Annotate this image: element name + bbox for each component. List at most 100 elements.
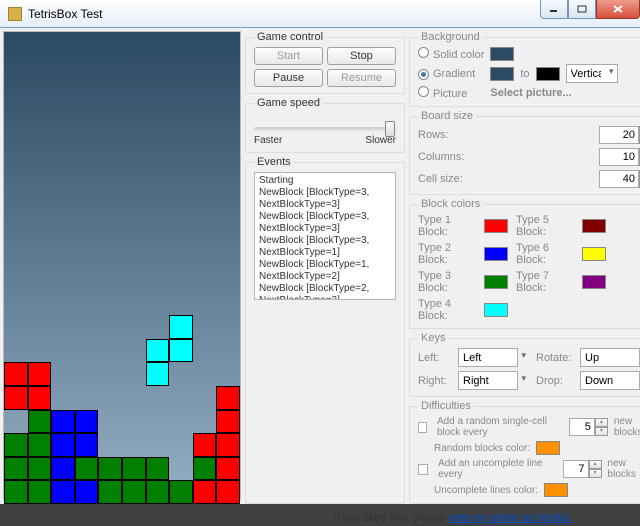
tetris-cell bbox=[98, 480, 122, 504]
tetris-cell bbox=[216, 386, 240, 410]
titlebar: TetrisBox Test bbox=[0, 0, 640, 28]
chk-uncomplete[interactable] bbox=[418, 464, 428, 475]
board-size-group: Board size Rows: ▴▾ Columns: ▴▾ Cell siz… bbox=[409, 110, 640, 195]
key-rotate[interactable] bbox=[580, 348, 640, 367]
block-color-swatch[interactable] bbox=[484, 247, 508, 261]
label-key-right: Right: bbox=[418, 375, 452, 387]
speed-thumb[interactable] bbox=[385, 121, 395, 137]
legend-keys: Keys bbox=[418, 332, 448, 344]
legend-game-speed: Game speed bbox=[254, 97, 323, 109]
label-key-left: Left: bbox=[418, 352, 452, 364]
tetris-cell bbox=[146, 480, 170, 504]
legend-events: Events bbox=[254, 156, 294, 168]
radio-solid[interactable]: Solid color bbox=[418, 47, 484, 61]
resume-button[interactable]: Resume bbox=[327, 69, 396, 87]
uncomplete-color-swatch[interactable] bbox=[544, 483, 568, 497]
block-color-swatch[interactable] bbox=[582, 275, 606, 289]
block-color-swatch[interactable] bbox=[582, 219, 606, 233]
tetris-cell bbox=[28, 386, 52, 410]
content: Game control Start Stop Pause Resume Gam… bbox=[0, 28, 640, 504]
stop-button[interactable]: Stop bbox=[327, 47, 396, 65]
block-color-swatch[interactable] bbox=[484, 303, 508, 317]
tetris-cell bbox=[75, 410, 99, 434]
tetris-cell bbox=[4, 362, 28, 386]
start-button[interactable]: Start bbox=[254, 47, 323, 65]
solid-color-swatch[interactable] bbox=[490, 47, 514, 61]
cellsize-input[interactable] bbox=[599, 170, 639, 188]
tetris-cell bbox=[51, 457, 75, 481]
radio-gradient[interactable]: Gradient bbox=[418, 68, 484, 80]
event-line: NewBlock [BlockType=2, NextBlockType=2] bbox=[259, 283, 391, 300]
label-key-rotate: Rotate: bbox=[536, 352, 574, 364]
label-key-drop: Drop: bbox=[536, 375, 574, 387]
radio-picture[interactable]: Picture bbox=[418, 86, 484, 100]
difficulties-group: Difficulties Add a random single-cell bl… bbox=[409, 400, 640, 504]
gradient-direction[interactable] bbox=[566, 64, 618, 83]
speed-slider[interactable] bbox=[254, 127, 396, 131]
tetris-cell bbox=[122, 457, 146, 481]
label-rows: Rows: bbox=[418, 129, 478, 141]
tetris-cell bbox=[28, 362, 52, 386]
gradient-to-swatch[interactable] bbox=[536, 67, 560, 81]
block-color-label: Type 3 Block: bbox=[418, 270, 478, 294]
footer: If you liked this, please vote my articl… bbox=[245, 506, 640, 526]
background-group: Background Solid color Gradient to Pictu… bbox=[409, 31, 640, 107]
tetris-cell bbox=[216, 433, 240, 457]
game-speed-group: Game speed Faster Slower bbox=[245, 97, 405, 153]
tetris-cell bbox=[122, 480, 146, 504]
uncomplete-count[interactable] bbox=[563, 460, 589, 478]
key-drop[interactable] bbox=[580, 371, 640, 390]
single-cell-count[interactable] bbox=[569, 418, 595, 436]
events-group: Events Starting NewBlock [BlockType=3, Ne… bbox=[245, 156, 405, 504]
event-line: NewBlock [BlockType=3, NextBlockType=3] bbox=[259, 211, 391, 235]
tetris-cell bbox=[146, 457, 170, 481]
events-list[interactable]: Starting NewBlock [BlockType=3, NextBlock… bbox=[254, 172, 396, 300]
tetris-cell bbox=[193, 457, 217, 481]
tetris-cell bbox=[28, 457, 52, 481]
game-board[interactable] bbox=[3, 31, 241, 499]
tetris-cell bbox=[4, 433, 28, 457]
tetris-cell bbox=[193, 480, 217, 504]
minimize-button[interactable] bbox=[540, 0, 568, 19]
chk-single-cell[interactable] bbox=[418, 422, 427, 433]
tetris-cell bbox=[4, 457, 28, 481]
app-icon bbox=[8, 7, 22, 21]
legend-background: Background bbox=[418, 31, 483, 43]
key-right[interactable] bbox=[458, 371, 518, 390]
game-control-group: Game control Start Stop Pause Resume bbox=[245, 31, 405, 94]
random-color-swatch[interactable] bbox=[536, 441, 560, 455]
select-picture-link[interactable]: Select picture... bbox=[490, 87, 640, 99]
tetris-cell bbox=[193, 433, 217, 457]
tetris-cell bbox=[75, 457, 99, 481]
tetris-cell bbox=[216, 480, 240, 504]
tetris-cell bbox=[28, 480, 52, 504]
label-cellsize: Cell size: bbox=[418, 173, 478, 185]
tetris-cell bbox=[169, 315, 193, 339]
tetris-cell bbox=[75, 480, 99, 504]
block-color-label: Type 5 Block: bbox=[516, 214, 576, 238]
close-button[interactable] bbox=[596, 0, 640, 19]
event-line: NewBlock [BlockType=3, NextBlockType=1] bbox=[259, 235, 391, 259]
footer-link[interactable]: vote my article as helpful. bbox=[448, 512, 572, 524]
window-title: TetrisBox Test bbox=[28, 7, 102, 21]
block-color-label: Type 1 Block: bbox=[418, 214, 478, 238]
event-line: Starting bbox=[259, 175, 391, 187]
tetris-cell bbox=[4, 386, 28, 410]
block-color-label: Type 7 Block: bbox=[516, 270, 576, 294]
cols-input[interactable] bbox=[599, 148, 639, 166]
block-color-swatch[interactable] bbox=[484, 219, 508, 233]
tetris-cell bbox=[51, 480, 75, 504]
pause-button[interactable]: Pause bbox=[254, 69, 323, 87]
legend-difficulties: Difficulties bbox=[418, 400, 474, 412]
legend-board-size: Board size bbox=[418, 110, 476, 122]
tetris-cell bbox=[216, 457, 240, 481]
block-color-swatch[interactable] bbox=[582, 247, 606, 261]
rows-input[interactable] bbox=[599, 126, 639, 144]
block-colors-group: Block colors Type 1 Block:Type 5 Block:T… bbox=[409, 198, 640, 329]
legend-game-control: Game control bbox=[254, 31, 326, 43]
gradient-from-swatch[interactable] bbox=[490, 67, 514, 81]
key-left[interactable] bbox=[458, 348, 518, 367]
block-color-swatch[interactable] bbox=[484, 275, 508, 289]
tetris-cell bbox=[146, 339, 170, 363]
maximize-button[interactable] bbox=[568, 0, 596, 19]
